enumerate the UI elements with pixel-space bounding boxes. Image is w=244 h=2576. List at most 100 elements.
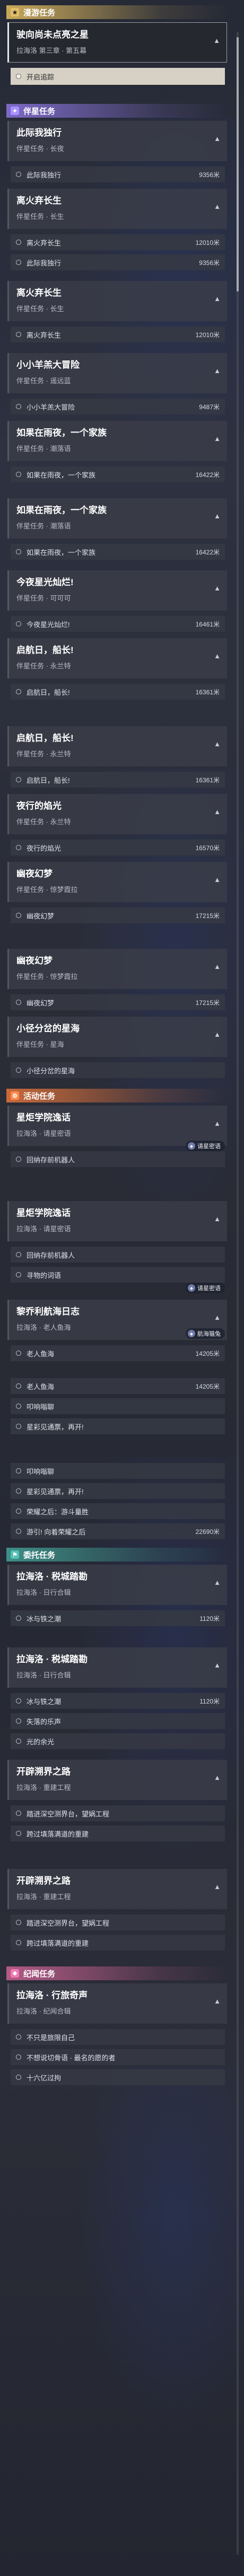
chevron-up-icon[interactable]: ▲ <box>214 135 221 143</box>
chevron-up-icon[interactable]: ▲ <box>214 584 221 592</box>
quest-step-row[interactable]: 如果在雨夜，一个家族 16422米 <box>11 466 225 482</box>
quest-step-row[interactable]: 星彩见通票，再开! <box>11 1418 225 1434</box>
chevron-up-icon[interactable]: ▲ <box>214 652 221 660</box>
chevron-up-icon[interactable]: ▲ <box>214 202 221 210</box>
chevron-up-icon[interactable]: ▲ <box>214 1883 221 1891</box>
location-badge[interactable]: ◆ 航海猫兔 <box>186 1328 225 1339</box>
quest-step-row[interactable]: 回纳存前机器人 <box>11 1247 225 1263</box>
chevron-up-icon[interactable]: ▲ <box>214 1774 221 1781</box>
quest-card[interactable]: 拉海洛 · 行旅奇声 拉海洛 · 纪闻合辑 ▲ <box>7 1983 227 2024</box>
chevron-up-icon[interactable]: ▲ <box>214 808 221 816</box>
quest-step-row[interactable]: 光的余光 <box>11 1733 225 1749</box>
chevron-up-icon[interactable]: ▲ <box>214 963 221 971</box>
quest-card[interactable]: 启航日，船长! 伴星任务 · 永兰特 ▲ <box>7 726 227 766</box>
quest-card[interactable]: 今夜星光灿烂! 伴星任务 · 可可可 ▲ <box>7 570 227 611</box>
quest-card[interactable]: 离火弃长生 伴星任务 · 长生 ▲ <box>7 189 227 229</box>
quest-step-row[interactable]: 踏进深空测界台，望娲工程 <box>11 1805 225 1821</box>
quest-step-row[interactable]: 冰与铁之潮 1120米 <box>11 1610 225 1626</box>
quest-card[interactable]: 此际我独行 伴星任务 · 长夜 ▲ <box>7 121 227 161</box>
quest-step-row[interactable]: 此际我独行 9356米 <box>11 254 225 270</box>
quest-card[interactable]: 离火弃长生 伴星任务 · 长生 ▲ <box>7 281 227 321</box>
quest-step-row[interactable]: 回纳存前机器人 <box>11 1151 225 1167</box>
quest-card[interactable]: 星炬学院逸话 拉海洛 · 请星密语 ▲ <box>7 1106 227 1146</box>
quest-step-row[interactable]: 踏进深空测界台，望娲工程 <box>11 1915 225 1930</box>
quest-step-row[interactable]: 游引! 向着荣耀之后 22690米 <box>11 1523 225 1539</box>
quest-step-row[interactable]: 今夜星光灿烂! 16461米 <box>11 616 225 632</box>
step-name: 小小羊羔大冒险 <box>27 403 75 411</box>
chevron-up-icon[interactable]: ▲ <box>213 37 220 45</box>
quest-card[interactable]: 幽夜幻梦 伴星任务 · 惊梦霞拉 ▲ <box>7 949 227 989</box>
quest-card[interactable]: 夜行的焰光 伴星任务 · 永兰特 ▲ <box>7 794 227 834</box>
quest-step-row[interactable]: 叩响嗡聊 <box>11 1398 225 1414</box>
quest-step-row[interactable]: 启航日，船长! 16361米 <box>11 684 225 700</box>
quest-step-row[interactable]: 幽夜幻梦 17215米 <box>11 907 225 923</box>
chevron-up-icon[interactable]: ▲ <box>214 1578 221 1586</box>
quest-title: 开辟溯界之路 <box>16 1876 71 1886</box>
quest-step-row[interactable]: 失落的乐声 <box>11 1713 225 1729</box>
quest-card[interactable]: 拉海洛 · 税城踏勘 拉海洛 · 日行合辑 ▲ <box>7 1647 227 1688</box>
chevron-up-icon[interactable]: ▲ <box>214 295 221 303</box>
location-badge[interactable]: ◆ 请星密语 <box>186 1141 225 1151</box>
quest-card[interactable]: 小小羊羔大冒险 伴星任务 · 遥远蓝 ▲ <box>7 353 227 393</box>
quest-card[interactable]: 拉海洛 · 税城踏勘 拉海洛 · 日行合辑 ▲ <box>7 1565 227 1605</box>
location-badge[interactable]: ◆ 请星密语 <box>186 1283 225 1293</box>
quest-step-row[interactable]: 小小羊羔大冒险 9487米 <box>11 399 225 414</box>
chevron-up-icon[interactable]: ▲ <box>214 876 221 884</box>
quest-step-row[interactable]: 老人鱼海 14205米 <box>11 1378 225 1394</box>
quest-card[interactable]: 如果在雨夜，一个家族 伴星任务 · 潮落语 ▲ <box>7 498 227 539</box>
quest-card[interactable]: 小径分岔的星海 伴星任务 · 星海 ▲ <box>7 1017 227 1057</box>
quest-card[interactable]: 开辟溯界之路 拉海洛 · 重建工程 ▲ <box>7 1760 227 1800</box>
scrollbar-track[interactable] <box>237 32 239 2555</box>
quest-card[interactable]: 星炬学院逸话 拉海洛 · 请星密语 ▲ <box>7 1201 227 1241</box>
quest-step-row[interactable]: 跨过填落满道的重建 <box>11 1935 225 1951</box>
quest-step-row[interactable]: 小径分岔的星海 <box>11 1062 225 1078</box>
quest-subtitle: 伴星任务 · 可可可 <box>16 594 71 602</box>
step-name: 失落的乐声 <box>27 1717 62 1726</box>
chevron-up-icon[interactable]: ▲ <box>214 1313 221 1321</box>
chevron-up-icon[interactable]: ▲ <box>214 1997 221 2005</box>
step-name: 小径分岔的星海 <box>27 1066 75 1075</box>
quest-step-row[interactable]: 星彩见通票，再开! <box>11 1483 225 1499</box>
quest-step-row[interactable]: 不只是旅限自己 <box>11 2029 225 2045</box>
scrollbar-thumb[interactable] <box>237 37 239 292</box>
category-event-quests[interactable]: ⚙ 活动任务 <box>6 1089 228 1102</box>
category-daily-quests[interactable]: ⚑ 委托任务 <box>6 1548 228 1562</box>
quest-step-row[interactable]: 幽夜幻梦 17215米 <box>11 994 225 1010</box>
quest-card[interactable]: 幽夜幻梦 伴星任务 · 惊梦霞拉 ▲ <box>7 862 227 902</box>
quest-step-row[interactable]: 跨过填落满道的重建 <box>11 1825 225 1841</box>
chevron-up-icon[interactable]: ▲ <box>214 1661 221 1669</box>
quest-step-row[interactable]: 离火弃长生 12010米 <box>11 234 225 250</box>
quest-step-row[interactable]: 不想说切骨语 · 最名的愿的者 <box>11 2049 225 2065</box>
quest-step-row[interactable]: 十六亿过拘 <box>11 2069 225 2085</box>
chevron-up-icon[interactable]: ▲ <box>214 740 221 748</box>
quest-step-row[interactable]: 离火弃长生 12010米 <box>11 327 225 342</box>
track-quest-button[interactable]: 开启追踪 <box>11 68 225 85</box>
quest-step-row[interactable]: 夜行的焰光 16570米 <box>11 840 225 855</box>
chevron-up-icon[interactable]: ▲ <box>214 1119 221 1127</box>
quest-card[interactable]: 开辟溯界之路 拉海洛 · 重建工程 ▲ <box>7 1869 227 1909</box>
category-journey-quests[interactable]: ❖ 纪闻任务 <box>6 1966 228 1980</box>
quest-card-selected[interactable]: 驶向尚未点亮之星 拉海洛 第三章 · 第五幕 ▲ <box>7 22 227 63</box>
quest-step-row[interactable]: 冰与铁之潮 1120米 <box>11 1693 225 1709</box>
quest-step-row[interactable]: 如果在雨夜，一个家族 16422米 <box>11 544 225 560</box>
quest-step-row[interactable]: 启航日，船长! 16361米 <box>11 772 225 788</box>
step-name: 冰与铁之潮 <box>27 1697 62 1706</box>
chevron-up-icon[interactable]: ▲ <box>214 1215 221 1223</box>
quest-title: 启航日，船长! <box>16 733 74 743</box>
chevron-up-icon[interactable]: ▲ <box>214 1030 221 1038</box>
chevron-up-icon[interactable]: ▲ <box>214 435 221 443</box>
quest-step-row[interactable]: 叩响嗡聊 <box>11 1463 225 1479</box>
category-main-quests[interactable]: ★ 漫游任务 <box>6 5 228 19</box>
category-label: 漫游任务 <box>23 8 56 17</box>
chevron-up-icon[interactable]: ▲ <box>214 512 221 520</box>
step-radio-icon <box>16 621 21 627</box>
quest-step-row[interactable]: 寻物的词语 <box>11 1267 225 1283</box>
quest-card[interactable]: 启航日，船长! 伴星任务 · 永兰特 ▲ <box>7 638 227 678</box>
step-radio-icon <box>16 1739 21 1744</box>
chevron-up-icon[interactable]: ▲ <box>214 367 221 375</box>
quest-card[interactable]: 如果在雨夜，一个家族 伴星任务 · 潮落语 ▲ <box>7 421 227 461</box>
category-companion-quests[interactable]: ✦ 伴星任务 <box>6 104 228 118</box>
quest-step-row[interactable]: 老人鱼海 14205米 <box>11 1345 225 1361</box>
quest-step-row[interactable]: 荣耀之后：游斗量胜 <box>11 1503 225 1519</box>
quest-step-row[interactable]: 此际我独行 9356米 <box>11 166 225 182</box>
